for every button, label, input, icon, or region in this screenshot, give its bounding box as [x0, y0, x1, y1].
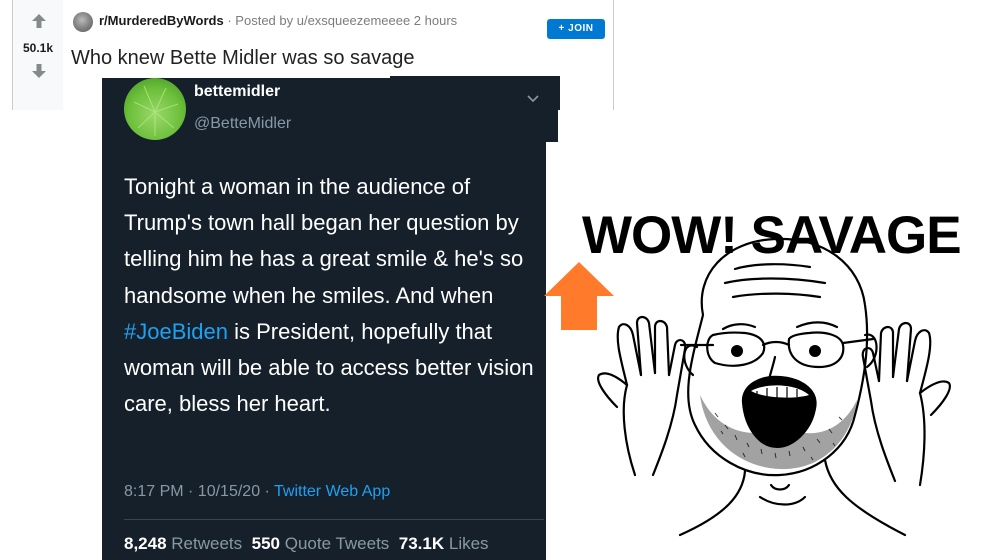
hashtag-link[interactable]: #JoeBiden	[124, 319, 228, 344]
retweets-count[interactable]: 8,248	[124, 534, 167, 553]
tweet-edge-strip	[544, 108, 558, 142]
tweet-time-text: 8:17 PM · 10/15/20 ·	[124, 483, 275, 500]
subreddit-link[interactable]: r/MurderedByWords	[99, 13, 224, 28]
quote-tweets-count[interactable]: 550	[252, 534, 280, 553]
tweet-display-name: bettemidler	[194, 83, 281, 100]
tweet-screenshot: bettemidler @BetteMidler Tonight a woman…	[102, 78, 546, 560]
chevron-down-icon[interactable]	[526, 94, 540, 104]
vote-count: 50.1k	[22, 41, 54, 55]
soyjak-meme-image	[597, 237, 951, 537]
quote-tweets-label: Quote Tweets	[284, 534, 390, 553]
post-meta: r/MurderedByWords · Posted by u/exsqueez…	[99, 13, 569, 28]
tweet-timestamp: 8:17 PM · 10/15/20 · Twitter Web App	[124, 483, 390, 501]
retweets-label: Retweets	[171, 534, 243, 553]
tweet-client-link[interactable]: Twitter Web App	[274, 483, 390, 500]
downvote-arrow-icon[interactable]	[30, 62, 48, 80]
tweet-text: Tonight a woman in the audience of Trump…	[124, 169, 539, 422]
likes-label: Likes	[448, 534, 489, 553]
meme-caption: WOW! SAVAGE	[582, 206, 962, 265]
tweet-stats: 8,248 Retweets 550 Quote Tweets 73.1K Li…	[124, 534, 489, 554]
post-title[interactable]: Who knew Bette Midler was so savage	[71, 47, 415, 70]
posted-by-text: · Posted by u/exsqueezemeeee 2 hours	[227, 13, 458, 28]
subreddit-avatar[interactable]	[73, 12, 93, 32]
join-button[interactable]: + JOIN	[547, 19, 605, 39]
tweet-handle: @BetteMidler	[194, 115, 292, 132]
upvote-arrow-icon[interactable]	[30, 12, 48, 30]
vote-column: 50.1k	[13, 0, 63, 110]
tweet-text-start: Tonight a woman in the audience of Trump…	[124, 174, 524, 308]
tweet-avatar	[124, 78, 186, 140]
tweet-divider	[124, 519, 544, 520]
likes-count[interactable]: 73.1K	[399, 534, 444, 553]
